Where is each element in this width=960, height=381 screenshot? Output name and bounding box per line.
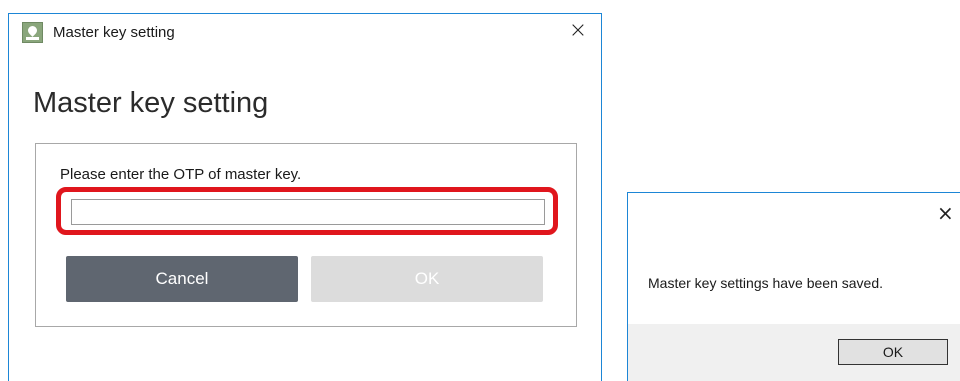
- close-icon[interactable]: ×: [565, 18, 591, 44]
- otp-input-highlight: [56, 187, 558, 235]
- ok-button-disabled[interactable]: OK: [311, 256, 543, 302]
- app-icon: [22, 22, 43, 43]
- otp-panel: Please enter the OTP of master key. Canc…: [35, 143, 577, 327]
- app-icon-pin: [26, 24, 39, 37]
- title-bar: Master key setting ×: [9, 14, 601, 54]
- close-icon[interactable]: ×: [937, 201, 954, 225]
- saved-message-box: × Master key settings have been saved. O…: [627, 192, 960, 381]
- window-title: Master key setting: [53, 24, 175, 41]
- cancel-button[interactable]: Cancel: [66, 256, 298, 302]
- saved-message-text: Master key settings have been saved.: [648, 275, 884, 291]
- app-icon-base: [26, 37, 39, 40]
- otp-input[interactable]: [71, 199, 545, 225]
- message-ok-button[interactable]: OK: [838, 339, 948, 365]
- master-key-setting-window: Master key setting × Master key setting …: [8, 13, 602, 381]
- otp-prompt-label: Please enter the OTP of master key.: [60, 166, 302, 183]
- screenshot-stage: Master key setting × Master key setting …: [0, 0, 960, 381]
- page-title: Master key setting: [33, 87, 269, 119]
